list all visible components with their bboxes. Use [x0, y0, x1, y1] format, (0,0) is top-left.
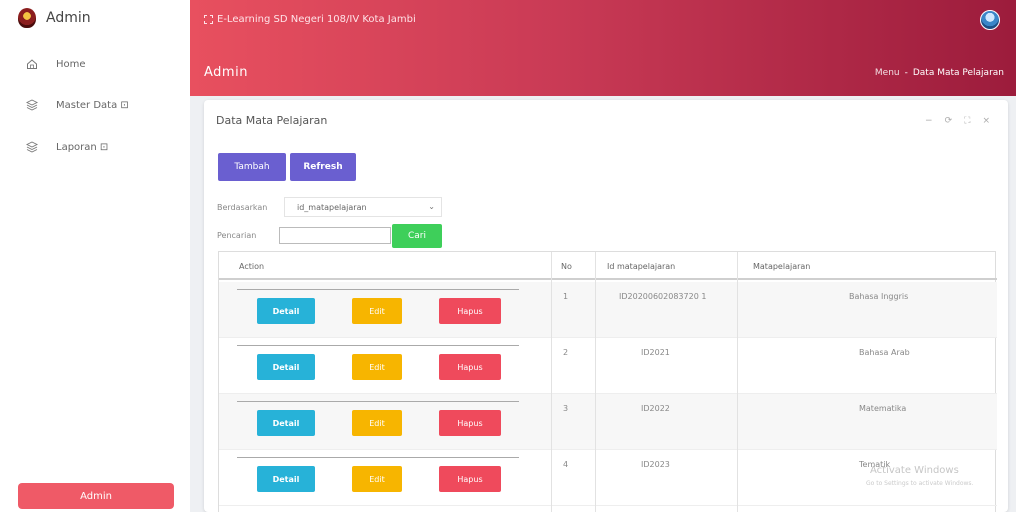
- edit-button[interactable]: Edit: [352, 298, 402, 324]
- table-row: Detail Edit Hapus 4 ID2023 Tematik: [219, 450, 997, 506]
- column-divider: [737, 252, 738, 512]
- cell-id: ID2023: [641, 460, 670, 469]
- sidebar-item-label: Master Data ⊡: [56, 99, 129, 111]
- cell-id: ID2021: [641, 348, 670, 357]
- detail-button[interactable]: Detail: [257, 410, 315, 436]
- cell-name: Matematika: [859, 404, 907, 413]
- add-button[interactable]: Tambah: [218, 153, 286, 181]
- filter-by-value: id_matapelajaran: [297, 202, 367, 212]
- filter-by-label: Berdasarkan: [217, 203, 268, 212]
- layers-icon: [26, 99, 38, 111]
- cell-id: ID2022: [641, 404, 670, 413]
- minimize-icon[interactable]: −: [925, 116, 933, 126]
- sidebar-item-home[interactable]: Home: [26, 58, 86, 70]
- search-button[interactable]: Cari: [392, 224, 442, 248]
- header-name: Matapelajaran: [753, 261, 811, 271]
- card-tools: − ⟳ ⛶ ×: [925, 116, 990, 126]
- search-input[interactable]: [279, 227, 391, 244]
- table-row: Detail Edit Hapus 3 ID2022 Matematika: [219, 394, 997, 450]
- maximize-icon[interactable]: ⛶: [964, 116, 970, 126]
- data-card: Data Mata Pelajaran − ⟳ ⛶ × Tambah Refre…: [204, 100, 1008, 512]
- detail-button[interactable]: Detail: [257, 466, 315, 492]
- breadcrumb-menu[interactable]: Menu: [875, 68, 900, 78]
- user-avatar[interactable]: [980, 10, 1000, 30]
- table-row: Detail Edit Hapus 1 ID20200602083720 1 B…: [219, 282, 997, 338]
- brand-title: Admin: [46, 10, 91, 26]
- divider: [237, 457, 519, 458]
- site-title: E-Learning SD Negeri 108/IV Kota Jambi: [204, 14, 416, 25]
- refresh-button[interactable]: Refresh: [290, 153, 356, 181]
- edit-button[interactable]: Edit: [352, 354, 402, 380]
- delete-button[interactable]: Hapus: [439, 466, 501, 492]
- breadcrumb: Menu - Data Mata Pelajaran: [875, 68, 1004, 78]
- activation-watermark-subtitle: Go to Settings to activate Windows.: [866, 480, 974, 487]
- fullscreen-icon[interactable]: [204, 15, 213, 24]
- sidebar-item-label: Laporan ⊡: [56, 141, 109, 153]
- header-no: No: [561, 261, 572, 271]
- home-icon: [26, 58, 38, 70]
- delete-button[interactable]: Hapus: [439, 298, 501, 324]
- divider: [237, 289, 519, 290]
- search-label: Pencarian: [217, 231, 257, 240]
- divider: [237, 345, 519, 346]
- detail-button[interactable]: Detail: [257, 298, 315, 324]
- column-divider: [551, 252, 552, 512]
- edit-button[interactable]: Edit: [352, 466, 402, 492]
- close-icon[interactable]: ×: [982, 116, 990, 126]
- cell-no: 4: [563, 460, 569, 469]
- table-row: Detail Edit Hapus 2 ID2021 Bahasa Arab: [219, 338, 997, 394]
- sidebar: Admin Home Master Data ⊡ Laporan ⊡ Admin: [0, 0, 190, 512]
- layers-icon: [26, 141, 38, 153]
- cell-no: 1: [563, 292, 569, 301]
- sidebar-admin-button[interactable]: Admin: [18, 483, 174, 509]
- brand[interactable]: Admin: [18, 8, 91, 28]
- sidebar-item-master-data[interactable]: Master Data ⊡: [26, 99, 129, 111]
- divider: [237, 401, 519, 402]
- page-heading: Admin: [204, 65, 248, 80]
- sidebar-item-laporan[interactable]: Laporan ⊡: [26, 141, 108, 153]
- cell-name: Bahasa Inggris: [849, 292, 909, 301]
- reload-icon[interactable]: ⟳: [945, 116, 953, 126]
- card-title: Data Mata Pelajaran: [216, 114, 328, 127]
- cell-name: Bahasa Arab: [859, 348, 910, 357]
- delete-button[interactable]: Hapus: [439, 354, 501, 380]
- breadcrumb-current: Data Mata Pelajaran: [912, 68, 1004, 78]
- site-title-text: E-Learning SD Negeri 108/IV Kota Jambi: [217, 14, 416, 25]
- header-action: Action: [239, 261, 265, 271]
- detail-button[interactable]: Detail: [257, 354, 315, 380]
- school-logo-icon: [18, 8, 36, 28]
- delete-button[interactable]: Hapus: [439, 410, 501, 436]
- activation-watermark-title: Activate Windows: [870, 465, 959, 476]
- cell-no: 3: [563, 404, 569, 413]
- column-divider: [595, 252, 596, 512]
- header-id: Id matapelajaran: [607, 261, 676, 271]
- cell-id: ID20200602083720 1: [619, 292, 707, 301]
- filter-by-select[interactable]: id_matapelajaran ⌄: [284, 197, 442, 217]
- sidebar-item-label: Home: [56, 58, 86, 70]
- chevron-down-icon: ⌄: [428, 202, 435, 211]
- breadcrumb-separator: -: [904, 68, 908, 78]
- edit-button[interactable]: Edit: [352, 410, 402, 436]
- cell-no: 2: [563, 348, 569, 357]
- header: E-Learning SD Negeri 108/IV Kota Jambi A…: [190, 0, 1016, 96]
